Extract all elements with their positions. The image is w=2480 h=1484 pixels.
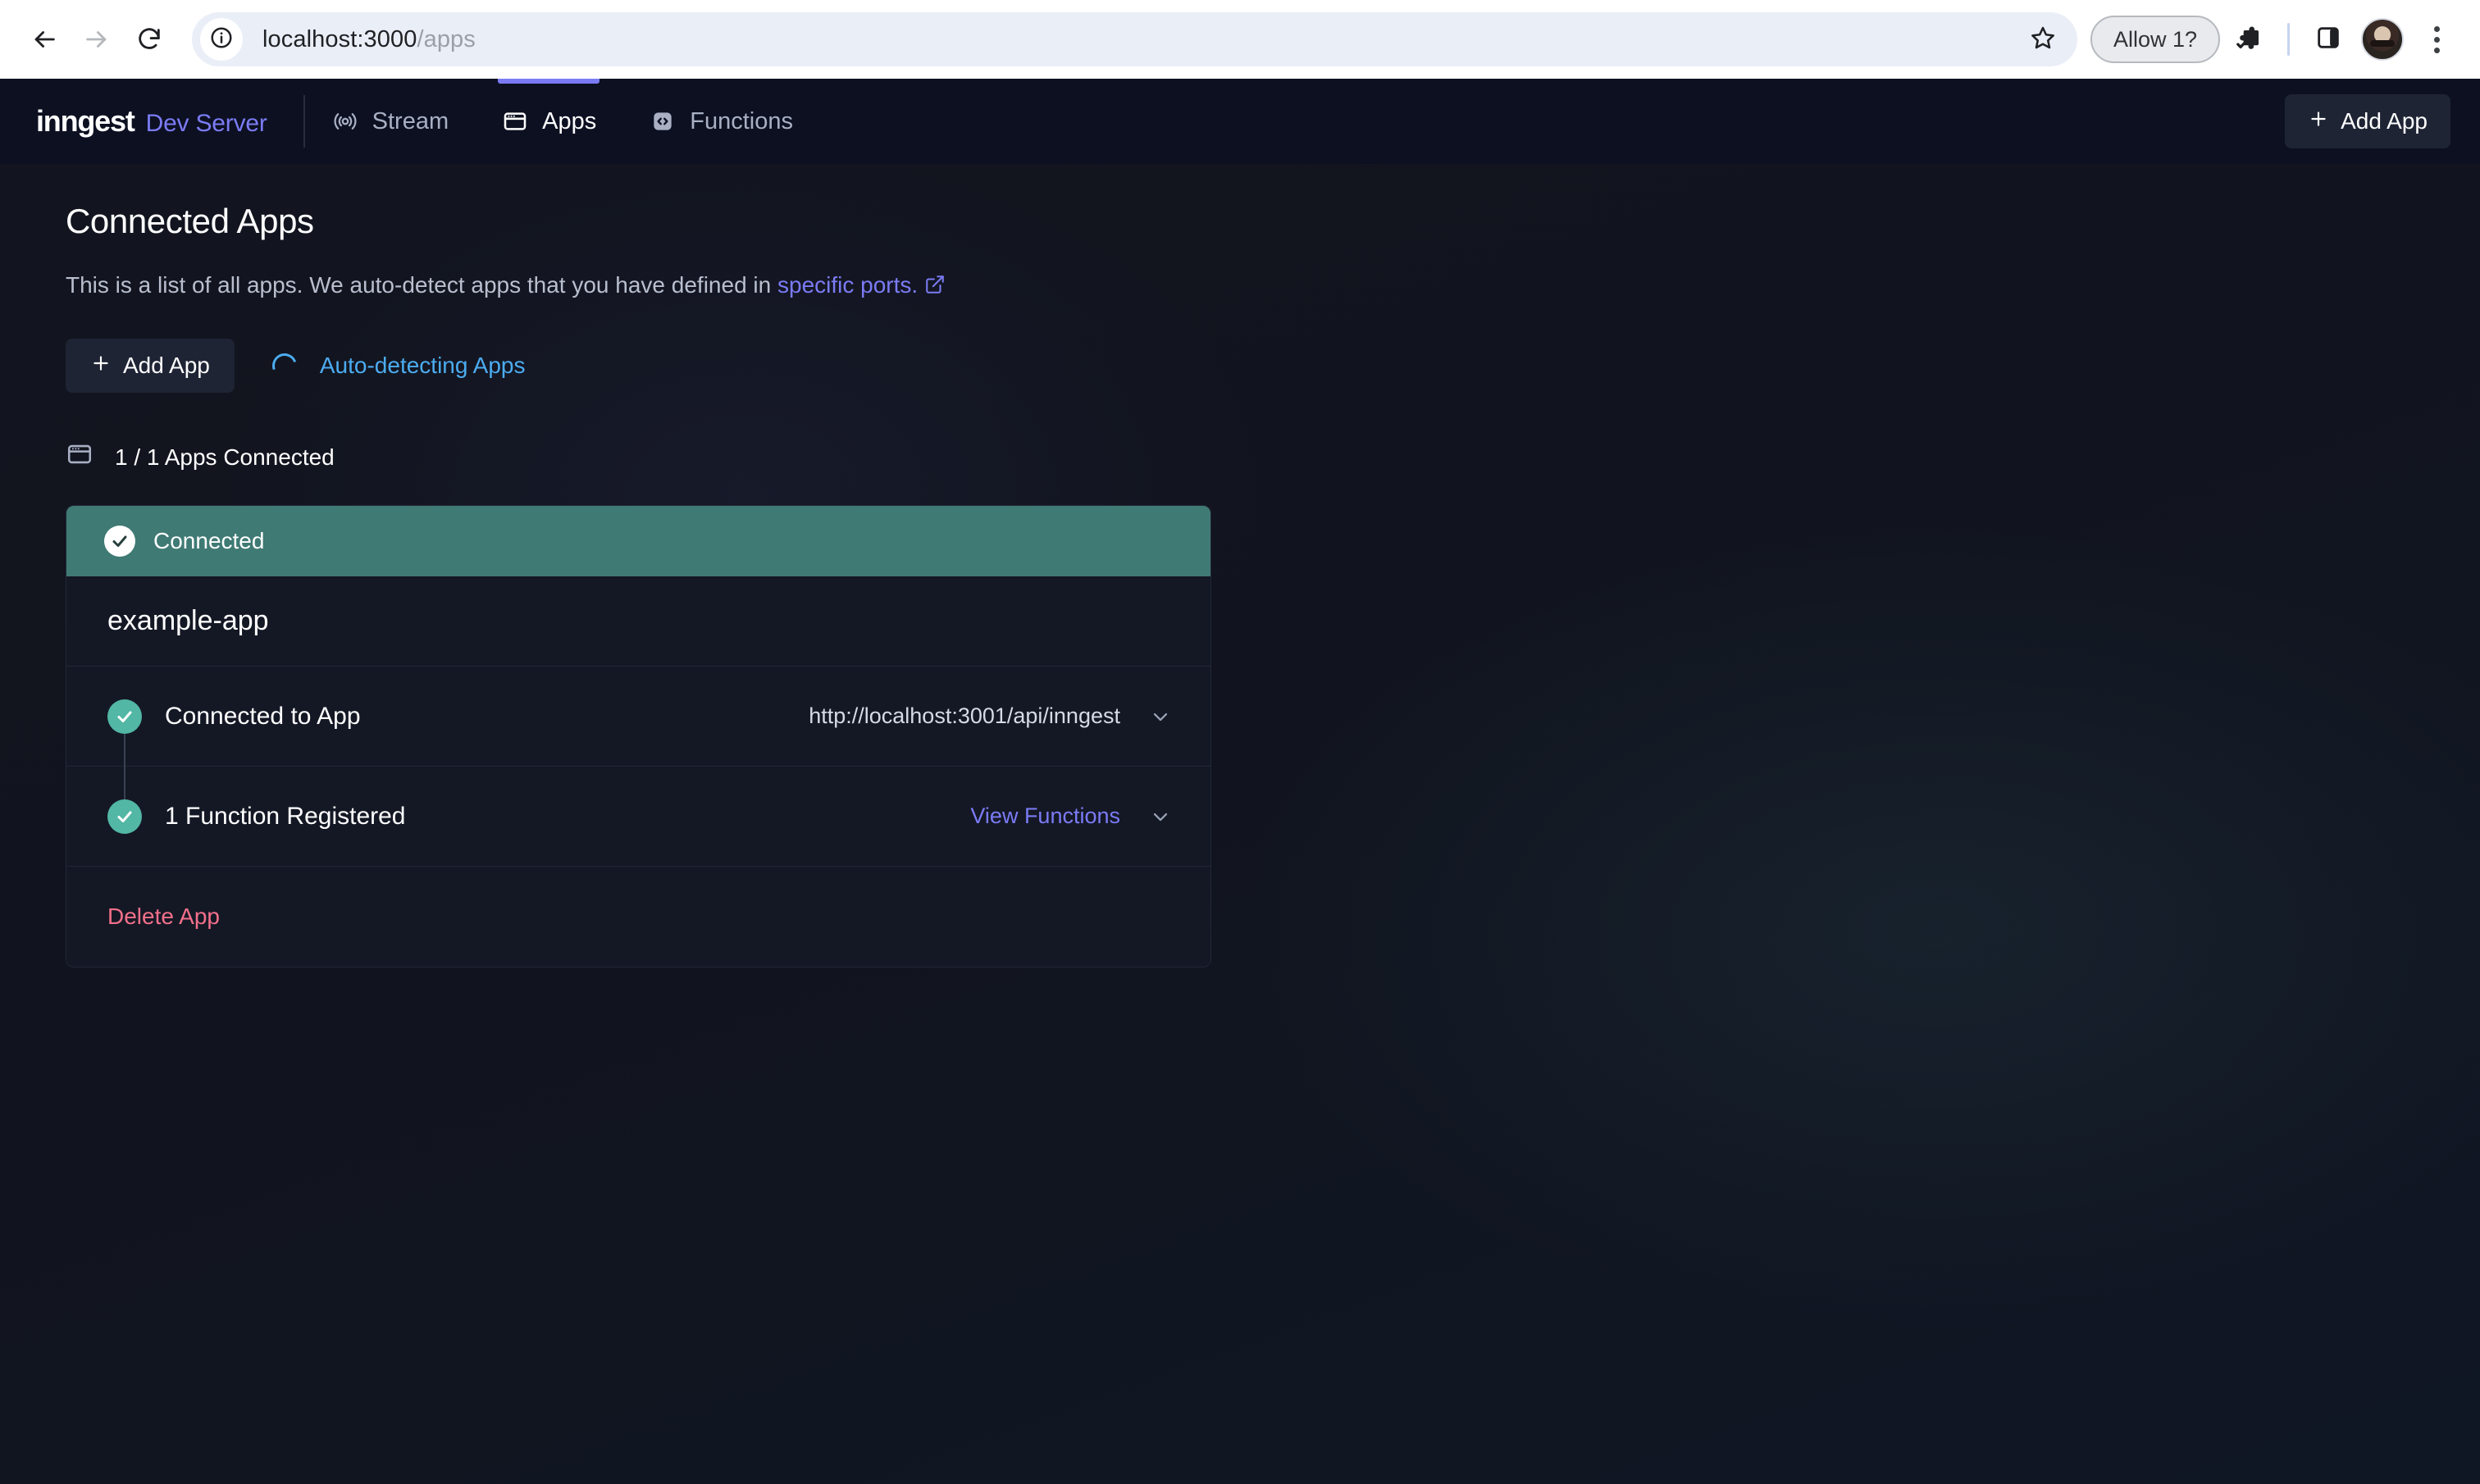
plus-icon xyxy=(90,353,112,380)
apps-connected-count: 1 / 1 Apps Connected xyxy=(66,440,2414,474)
url-host: localhost:3000 xyxy=(262,25,417,52)
code-brackets-icon xyxy=(649,107,677,135)
app-row-connected-label: Connected to App xyxy=(165,702,361,730)
auto-detecting-status: Auto-detecting Apps xyxy=(267,349,526,382)
url-text: localhost:3000/apps xyxy=(262,26,476,53)
profile-button[interactable] xyxy=(2357,14,2408,65)
page-content: Connected Apps This is a list of all app… xyxy=(0,164,2480,1484)
app-row-functions-label: 1 Function Registered xyxy=(165,802,406,830)
arrow-right-icon xyxy=(83,25,111,53)
bookmark-button[interactable] xyxy=(2020,16,2066,62)
app-name: example-app xyxy=(66,576,1210,667)
nav-tab-apps[interactable]: Apps xyxy=(475,79,622,164)
check-circle-icon xyxy=(104,526,135,557)
view-functions-label: View Functions xyxy=(970,803,1120,828)
nav-tab-functions-label: Functions xyxy=(690,107,793,134)
reload-button[interactable] xyxy=(123,13,176,66)
external-link-icon xyxy=(924,274,946,301)
spinner-icon xyxy=(267,349,301,382)
brand-mark: inngest xyxy=(36,104,135,138)
status-badge-label: Connected xyxy=(153,528,265,553)
site-info-button[interactable] xyxy=(200,18,243,61)
status-badge: Connected xyxy=(66,506,1210,576)
navbar-add-app-button[interactable]: Add App xyxy=(2285,94,2450,148)
app-navbar: inngest Dev Server Stream Apps Functions… xyxy=(0,79,2480,164)
app-row-connected[interactable]: Connected to App http://localhost:3001/a… xyxy=(66,667,1210,767)
extensions-button[interactable] xyxy=(2223,14,2274,65)
app-row-functions[interactable]: 1 Function Registered View Functions xyxy=(66,767,1210,867)
delete-app-button[interactable]: Delete App xyxy=(107,904,220,930)
star-icon xyxy=(2030,25,2056,55)
nav-tabs: Stream Apps Functions xyxy=(305,79,819,164)
app-card: Connected example-app Connected to App h… xyxy=(66,505,1211,967)
side-panel-button[interactable] xyxy=(2303,14,2354,65)
actions-row: Add App Auto-detecting Apps xyxy=(66,339,2414,393)
page-description: This is a list of all apps. We auto-dete… xyxy=(66,272,2414,301)
address-bar[interactable]: localhost:3000/apps xyxy=(192,12,2077,66)
delete-app-label: Delete App xyxy=(107,904,220,929)
page-title: Connected Apps xyxy=(66,202,314,240)
app-card-footer: Delete App xyxy=(66,867,1210,967)
navbar-add-app-label: Add App xyxy=(2341,108,2428,134)
app-row-connected-right: http://localhost:3001/api/inngest xyxy=(809,703,1173,729)
app-url-value: http://localhost:3001/api/inngest xyxy=(809,703,1120,728)
browser-menu-button[interactable] xyxy=(2411,14,2462,65)
nav-tab-functions[interactable]: Functions xyxy=(622,79,819,164)
browser-toolbar: localhost:3000/apps Allow 1? xyxy=(0,0,2480,79)
browser-actions: Allow 1? xyxy=(2086,14,2462,65)
nav-tab-apps-label: Apps xyxy=(542,107,597,134)
avatar xyxy=(2361,18,2404,61)
chevron-down-icon[interactable] xyxy=(1148,804,1173,829)
app-window-icon xyxy=(501,107,529,135)
app-window-icon xyxy=(66,440,93,474)
brand-subtitle: Dev Server xyxy=(145,110,267,137)
arrow-left-icon xyxy=(30,25,58,53)
forward-button[interactable] xyxy=(71,13,123,66)
app-row-functions-right: View Functions xyxy=(970,803,1173,829)
chevron-down-icon[interactable] xyxy=(1148,704,1173,729)
kebab-menu-icon xyxy=(2433,25,2440,53)
broadcast-icon xyxy=(331,107,359,135)
nav-tab-stream-label: Stream xyxy=(372,107,449,134)
reload-icon xyxy=(135,25,163,53)
page-description-text: This is a list of all apps. We auto-dete… xyxy=(66,272,777,298)
apps-connected-label: 1 / 1 Apps Connected xyxy=(115,444,335,470)
add-app-button[interactable]: Add App xyxy=(66,339,235,393)
back-button[interactable] xyxy=(18,13,71,66)
permission-request-button[interactable]: Allow 1? xyxy=(2090,16,2220,63)
specific-ports-link-label: specific ports. xyxy=(777,272,919,298)
app-name-label: example-app xyxy=(107,605,269,636)
view-functions-link[interactable]: View Functions xyxy=(970,803,1120,829)
info-circle-icon xyxy=(209,25,234,54)
specific-ports-link[interactable]: specific ports. xyxy=(777,272,918,298)
plus-icon xyxy=(2308,108,2329,135)
check-circle-icon xyxy=(107,699,142,734)
toolbar-divider xyxy=(2287,23,2290,56)
nav-tab-stream[interactable]: Stream xyxy=(305,79,475,164)
extensions-puzzle-icon xyxy=(2234,23,2263,57)
url-path: /apps xyxy=(417,25,476,52)
brand-logo[interactable]: inngest Dev Server xyxy=(36,79,303,164)
check-circle-icon xyxy=(107,799,142,834)
add-app-label: Add App xyxy=(123,353,210,378)
auto-detecting-label: Auto-detecting Apps xyxy=(319,353,526,378)
side-panel-icon xyxy=(2314,24,2342,56)
permission-label: Allow 1? xyxy=(2113,26,2197,52)
